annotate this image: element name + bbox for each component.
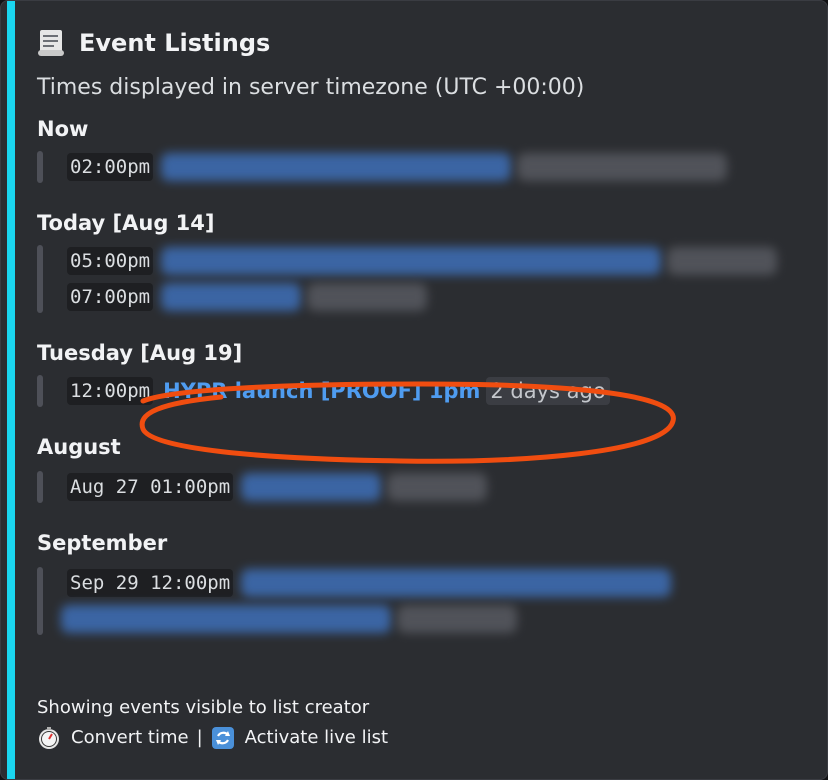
event-relative-redacted [517,153,728,181]
event-link-redacted[interactable] [161,153,512,181]
event-row[interactable]: 07:00pm [67,279,817,315]
quote-bar [37,151,43,183]
event-time: Aug 27 01:00pm [67,473,234,501]
event-relative-redacted [667,247,778,275]
section-september-events: Sep 29 12:00pm [37,565,817,637]
event-time: Sep 29 12:00pm [67,569,234,597]
section-heading-september: September [37,531,168,555]
event-link-redacted[interactable] [241,473,382,501]
event-link-redacted[interactable] [241,569,672,597]
embed-footer: Showing events visible to list creator C… [37,693,388,753]
event-link-hypr-launch[interactable]: HYPR launch [PROOF] 1pm [163,379,480,403]
cycle-icon [211,727,234,749]
event-relative-redacted [397,605,517,633]
event-time: 02:00pm [67,153,154,181]
scroll-icon [38,30,64,56]
quote-bar [37,375,43,407]
event-time: 05:00pm [67,247,154,275]
section-heading-now: Now [37,117,89,141]
section-august-events: Aug 27 01:00pm [37,469,817,505]
event-link-redacted[interactable] [161,247,662,275]
timezone-note: Times displayed in server timezone (UTC … [37,75,585,100]
footer-separator: | [196,727,203,748]
embed-content: Event Listings Times displayed in server… [37,23,817,659]
section-today-events: 05:00pm 07:00pm [37,243,817,315]
quote-bar [37,567,43,635]
section-tuesday-events: 12:00pm HYPR launch [PROOF] 1pm 2 days a… [37,373,817,409]
convert-time-link[interactable]: Convert time [71,723,189,753]
event-relative-redacted [307,283,428,311]
footer-note: Showing events visible to list creator [37,697,370,718]
event-relative-redacted [387,473,488,501]
embed-title: Event Listings [79,29,271,57]
activate-live-list-link[interactable]: Activate live list [245,723,388,753]
event-relative-time: 2 days ago [486,377,610,405]
embed-title-row: Event Listings [37,23,817,63]
footer-actions: Convert time | Activate live list [37,723,388,753]
section-heading-today: Today [Aug 14] [37,211,215,235]
section-heading-tuesday: Tuesday [Aug 19] [37,341,243,365]
quote-bar [37,245,43,313]
event-row[interactable]: Sep 29 12:00pm [67,565,817,601]
event-time: 12:00pm [67,377,154,405]
event-link-redacted[interactable] [161,283,302,311]
section-heading-august: August [37,435,121,459]
section-now-events: 02:00pm [37,149,817,185]
event-row-continued[interactable] [61,601,817,637]
event-time: 07:00pm [67,283,154,311]
event-row[interactable]: 05:00pm [67,243,817,279]
event-row[interactable]: 02:00pm [67,149,817,185]
embed-accent-bar [7,1,15,779]
event-link-redacted[interactable] [61,605,391,633]
event-row[interactable]: 12:00pm HYPR launch [PROOF] 1pm 2 days a… [67,373,817,409]
event-listings-embed: Event Listings Times displayed in server… [0,0,828,780]
stopwatch-icon [39,727,59,749]
quote-bar [37,471,43,503]
event-row[interactable]: Aug 27 01:00pm [67,469,817,505]
